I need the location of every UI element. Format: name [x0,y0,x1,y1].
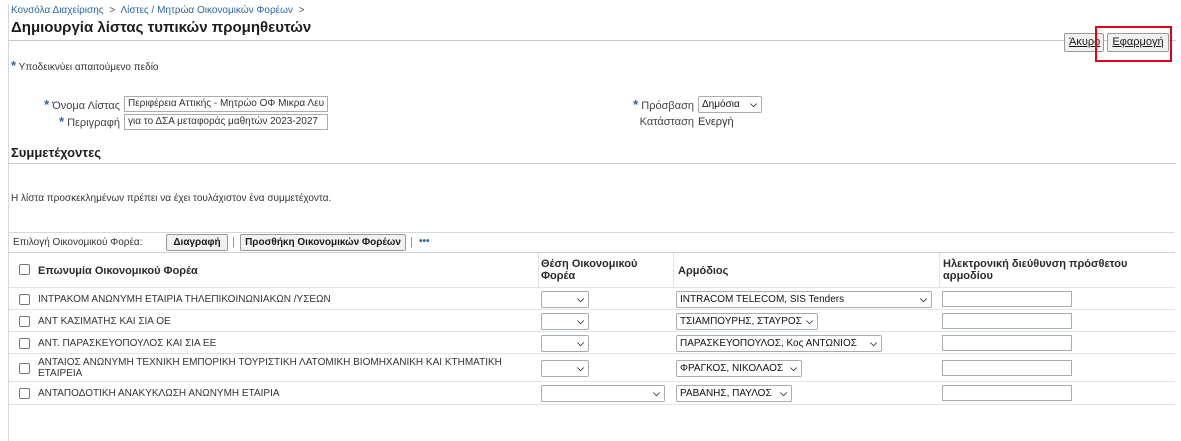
toolbar-separator: | [410,236,413,248]
select-supplier-label: Επιλογή Οικονομικού Φορέα: [13,237,143,248]
apply-button-highlight [1095,26,1172,62]
role-select[interactable]: ⌵ [541,335,589,352]
section-divider [8,163,1176,164]
chevron-down-icon: ⌵ [577,338,584,348]
title-divider [8,40,1176,41]
chevron-down-icon: ⌵ [870,338,877,348]
email-input[interactable] [942,291,1072,307]
add-suppliers-button[interactable]: Προσθήκη Οικονομικών Φορέων [240,234,406,251]
chevron-down-icon: ⌵ [790,363,797,373]
chevron-down-icon: ⌵ [780,388,787,398]
row-checkbox[interactable] [19,338,30,349]
supplier-name: ΑΝΤ. ΠΑΡΑΣΚΕΥΟΠΟΥΛΟΣ ΚΑΙ ΣΙΑ ΕΕ [38,338,217,349]
breadcrumb-link-lists[interactable]: Λίστες / Μητρώα Οικονομικών Φορέων [120,5,292,16]
contact-select[interactable]: INTRACOM TELECOM, SIS Tenders ⌵ [676,291,932,308]
page-title: Δημιουργία λίστας τυπικών προμηθευτών [11,19,312,36]
row-checkbox[interactable] [19,363,30,374]
status-value: Ενεργή [698,116,734,128]
role-select[interactable]: ⌵ [541,360,589,377]
table-row: ΑΝΤΑΙΟΣ ΑΝΩΝΥΜΗ ΤΕΧΝΙΚΗ ΕΜΠΟΡΙΚΗ ΤΟΥΡΙΣΤ… [9,353,1175,382]
access-select[interactable]: Δημόσια ⌵ [698,96,762,113]
email-input[interactable] [942,313,1072,329]
breadcrumb-separator: > [109,5,116,16]
column-header-email: Ηλεκτρονική διεύθυνση πρόσθετου αρμοδίου [943,258,1128,282]
table-row: ΙΝΤΡΑΚΟΜ ΑΝΩΝΥΜΗ ΕΤΑΙΡΙΑ ΤΗΛΕΠΙΚΟΙΝΩΝΙΑΚ… [9,287,1175,310]
role-select[interactable]: ⌵ [541,385,665,402]
column-divider [939,253,940,287]
contact-select[interactable]: ΤΣΙΑΜΠΟΥΡΗΣ, ΣΤΑΥΡΟΣ ⌵ [676,313,818,330]
participants-table: Επωνυμία Οικονομικού Φορέα Θέση Οικονομι… [9,252,1175,405]
list-name-label: * Όνομα Λίστας [44,97,120,112]
row-checkbox[interactable] [19,316,30,327]
table-row: ΑΝΤ. ΠΑΡΑΣΚΕΥΟΠΟΥΛΟΣ ΚΑΙ ΣΙΑ ΕΕ ⌵ ΠΑΡΑΣΚ… [9,331,1175,354]
breadcrumb-separator: > [298,5,305,16]
toolbar-separator: | [232,236,235,248]
role-select[interactable]: ⌵ [541,313,589,330]
description-input[interactable]: για το ΔΣΑ μεταφοράς μαθητών 2023-2027 [124,114,328,130]
access-label: * Πρόσβαση [633,97,694,112]
contact-select[interactable]: ΡΑΒΑΝΗΣ, ΠΑΥΛΟΣ ⌵ [676,385,792,402]
chevron-down-icon: ⌵ [920,294,927,304]
chevron-down-icon: ⌵ [577,316,584,326]
required-star-icon: * [44,97,50,112]
chevron-down-icon: ⌵ [750,99,757,109]
breadcrumb-link-console[interactable]: Κονσόλα Διαχείρισης [11,5,104,16]
required-hint: * Υποδεικνύει απαιτούμενο πεδίο [11,58,159,73]
row-checkbox[interactable] [19,388,30,399]
email-input[interactable] [942,360,1072,376]
column-header-role: Θέση Οικονομικού Φορέα [541,258,638,282]
chevron-down-icon: ⌵ [577,294,584,304]
row-checkbox[interactable] [19,294,30,305]
column-divider [673,253,674,287]
column-header-contact: Αρμόδιος [678,265,729,277]
column-header-name: Επωνυμία Οικονομικού Φορέα [38,265,198,277]
breadcrumb: Κονσόλα Διαχείρισης > Λίστες / Μητρώα Οι… [11,5,305,16]
required-star-icon: * [58,114,65,129]
select-all-checkbox[interactable] [19,264,30,275]
description-label: * Περιγραφή [58,114,120,129]
table-row: ΑΝΤ ΚΑΣΙΜΑΤΗΣ ΚΑΙ ΣΙΑ ΟΕ ⌵ ΤΣΙΑΜΠΟΥΡΗΣ, … [9,309,1175,332]
supplier-name: ΙΝΤΡΑΚΟΜ ΑΝΩΝΥΜΗ ΕΤΑΙΡΙΑ ΤΗΛΕΠΙΚΟΙΝΩΝΙΑΚ… [38,294,331,305]
table-row: ΑΝΤΑΠΟΔΟΤΙΚΗ ΑΝΑΚΥΚΛΩΣΗ ΑΝΩΝΥΜΗ ΕΤΑΙΡΙΑ … [9,381,1175,405]
list-name-input[interactable]: Περιφέρεια Αττικής - Μητρώο ΟΦ Μικρα Λευ [124,96,328,112]
more-actions-icon[interactable]: ••• [419,236,430,247]
participants-toolbar: Επιλογή Οικονομικού Φορέα: Διαγραφή | Πρ… [9,232,1175,253]
delete-button[interactable]: Διαγραφή [166,234,228,251]
status-label: Κατάσταση [639,116,694,128]
chevron-down-icon: ⌵ [577,363,584,373]
required-star-icon: * [633,97,639,112]
required-star-icon: * [11,58,17,73]
chevron-down-icon: ⌵ [806,316,813,326]
supplier-name: ΑΝΤΑΠΟΔΟΤΙΚΗ ΑΝΑΚΥΚΛΩΣΗ ΑΝΩΝΥΜΗ ΕΤΑΙΡΙΑ [38,388,280,399]
supplier-name: ΑΝΤ ΚΑΣΙΜΑΤΗΣ ΚΑΙ ΣΙΑ ΟΕ [38,316,171,327]
supplier-name: ΑΝΤΑΙΟΣ ΑΝΩΝΥΜΗ ΤΕΧΝΙΚΗ ΕΜΠΟΡΙΚΗ ΤΟΥΡΙΣΤ… [38,357,502,379]
contact-select[interactable]: ΠΑΡΑΣΚΕΥΟΠΟΥΛΟΣ, Κος ΑΝΤΩΝΙΟΣ ⌵ [676,335,882,352]
column-divider [538,253,539,287]
email-input[interactable] [942,335,1072,351]
participants-note: Η λίστα προσκεκλημένων πρέπει να έχει το… [11,193,332,204]
participants-heading: Συμμετέχοντες [11,145,102,160]
contact-select[interactable]: ΦΡΑΓΚΟΣ, ΝΙΚΟΛΑΟΣ ⌵ [676,360,802,377]
table-header: Επωνυμία Οικονομικού Φορέα Θέση Οικονομι… [9,253,1175,287]
email-input[interactable] [942,385,1072,401]
role-select[interactable]: ⌵ [541,291,589,308]
chevron-down-icon: ⌵ [653,388,660,398]
